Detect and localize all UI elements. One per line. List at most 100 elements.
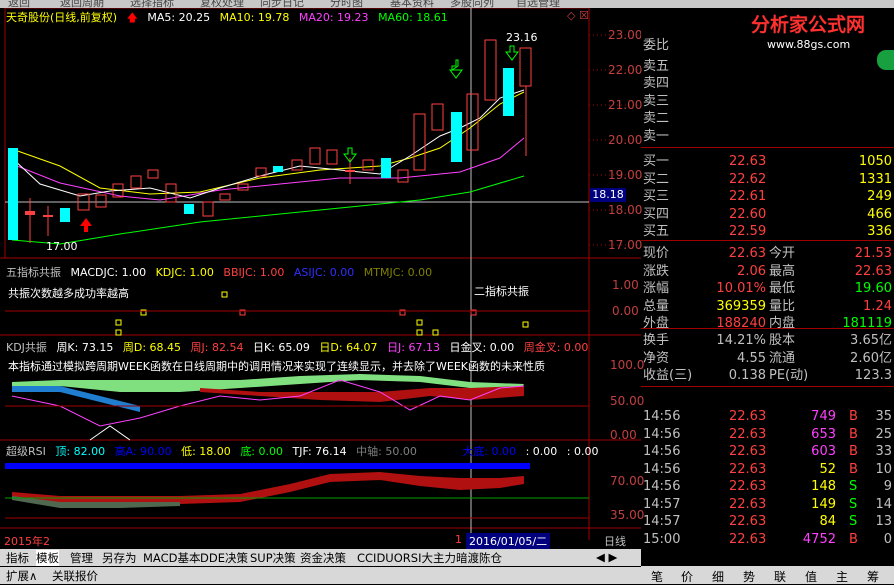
rtab-2[interactable]: 细	[712, 568, 724, 585]
buy-volume: 336	[867, 224, 892, 239]
stat-label-2: 流通	[769, 350, 796, 366]
tab-save-as[interactable]: 另存为	[102, 550, 137, 566]
signal-squares	[115, 291, 529, 336]
tab-indicator[interactable]: 指标	[6, 550, 29, 566]
pane-controls-icon[interactable]: ◇ ☒	[567, 9, 589, 22]
cursor-date: 2016/01/05/二	[466, 533, 551, 549]
tick-volume: 4752	[802, 531, 836, 547]
menu-adjust[interactable]: 复权处理	[200, 0, 244, 8]
tick-time: 14:56	[643, 409, 681, 424]
price-axis-2: 21.00	[608, 98, 643, 112]
quote-row: 涨跌 2.06 最高 22.63	[641, 263, 894, 281]
tick-row: 14:56 22.63 653 B 25	[641, 426, 894, 444]
quote-value: 188240	[716, 316, 766, 331]
high-price-label: 23.16	[506, 31, 538, 44]
price-axis-5: 18.00	[608, 203, 643, 217]
p3-axis-0: 100.0	[610, 358, 645, 372]
tick-row: 15:00 22.63 4752 B 0	[641, 531, 894, 549]
menu-indicator[interactable]: 选择指标	[130, 0, 174, 8]
buy-volume: 1331	[858, 171, 892, 187]
price-axis-1: 22.00	[608, 63, 643, 77]
tab-funds[interactable]: 资金决策	[300, 550, 346, 566]
kdj-red-band	[200, 386, 524, 402]
tab-related-quote[interactable]: 关联报价	[52, 568, 98, 584]
tick-direction: B	[849, 426, 858, 442]
tick-price: 22.63	[729, 444, 767, 459]
buy-label: 买三	[643, 189, 670, 204]
tab-macd[interactable]: MACD基本	[143, 550, 200, 566]
quote-value: 10.01%	[716, 281, 766, 296]
tick-price: 22.63	[729, 531, 767, 547]
p2-v4: ASIJC: 0.00	[293, 266, 355, 279]
main-pane-border	[4, 8, 590, 259]
tick-row: 14:57 22.63 149 S 14	[641, 496, 894, 514]
menu-basic[interactable]: 基本资料	[390, 0, 434, 8]
tick-count: 0	[883, 531, 892, 547]
tick-price: 22.63	[729, 514, 767, 529]
rtab-0[interactable]: 笔	[651, 568, 663, 585]
main-header: 天奇股份(日线,前复权) 🡅 MA5: 20.25 MA10: 19.78 MA…	[6, 10, 454, 25]
quote-row: 现价 22.63 今开 21.53	[641, 245, 894, 263]
buy-price: 22.62	[729, 171, 767, 187]
stat-label: 换手	[643, 333, 670, 348]
tick-count: 14	[875, 496, 892, 512]
brand-name: 分析家公式网	[751, 14, 866, 36]
quote-label: 涨跌	[643, 263, 670, 279]
tick-direction: B	[849, 444, 858, 459]
buy-row: 买二 22.62 1331	[641, 171, 894, 189]
tick-time: 14:57	[643, 496, 681, 512]
bottom-tabs: 扩展∧ 关联报价	[0, 567, 641, 584]
p2-v1: MACDJC: 1.00	[70, 266, 147, 279]
tab-expand[interactable]: 扩展∧	[6, 568, 37, 584]
tick-volume: 749	[811, 409, 836, 424]
tab-cci[interactable]: CCIDUORSI大主力暗渡陈仓	[357, 550, 502, 566]
p3-j2: 日J: 67.13	[387, 341, 440, 354]
p4-high: 高A: 90.00	[114, 445, 172, 458]
tick-direction: B	[849, 409, 858, 424]
price-axis-0: 23.00	[608, 28, 643, 42]
quote-value-2: 19.60	[854, 281, 892, 296]
ma10-label: MA10: 19.78	[219, 11, 290, 24]
tick-direction: S	[849, 496, 858, 512]
tick-time: 15:00	[643, 531, 681, 547]
tick-count: 13	[875, 514, 892, 529]
rtab-6[interactable]: 主	[836, 568, 848, 585]
menu-back[interactable]: 返回	[8, 0, 30, 8]
tab-manage[interactable]: 管理	[70, 550, 93, 566]
rtab-4[interactable]: 联	[774, 568, 786, 585]
cursor-price: 18.18	[590, 188, 626, 202]
menu-sync[interactable]: 同步日记	[260, 0, 304, 8]
rtab-3[interactable]: 势	[743, 568, 755, 585]
menu-period[interactable]: 返回周期	[60, 0, 104, 8]
rtab-5[interactable]: 值	[805, 568, 817, 585]
buy-row: 买一 22.63 1050	[641, 153, 894, 171]
tick-count: 35	[875, 409, 892, 424]
p2-title: 五指标共振	[6, 266, 61, 279]
quote-row: 外盘 188240 内盘 181119	[641, 315, 894, 333]
chart-area[interactable]: 天奇股份(日线,前复权) 🡅 MA5: 20.25 MA10: 19.78 MA…	[0, 8, 645, 549]
period-label: 日线	[604, 535, 626, 548]
quote-label-2: 今开	[769, 246, 796, 261]
quote-label: 现价	[643, 246, 670, 261]
tab-template[interactable]: 模板	[36, 550, 59, 566]
ma20-line	[11, 137, 525, 201]
p3-header: KDJ共振 周K: 73.15 周D: 68.45 周J: 82.54 日K: …	[6, 340, 594, 355]
menu-watchlist[interactable]: 自选管理	[516, 0, 560, 8]
tab-scroll-icon[interactable]: ◀ ▶	[596, 550, 617, 564]
quote-value-2: 181119	[842, 316, 892, 331]
rtab-1[interactable]: 价	[681, 568, 693, 585]
tab-dde[interactable]: DDE决策	[200, 550, 248, 566]
quote-label: 涨幅	[643, 281, 670, 296]
stat-value-2: 123.3	[854, 368, 892, 383]
tick-price: 22.63	[729, 496, 767, 512]
p2-axis-1: 0.00	[612, 304, 639, 318]
price-axis-3: 20.00	[608, 133, 643, 147]
p3-g2: 周金叉: 0.00	[523, 341, 589, 354]
tab-sup[interactable]: SUP决策	[250, 550, 296, 566]
menu-timechart[interactable]: 分时图	[330, 0, 363, 8]
rtab-7[interactable]: 筹	[867, 568, 879, 585]
price-axis-4: 19.00	[608, 168, 643, 182]
buy-label: 买二	[643, 171, 670, 187]
tick-count: 33	[875, 444, 892, 459]
menu-multi[interactable]: 多股同列	[450, 0, 494, 8]
